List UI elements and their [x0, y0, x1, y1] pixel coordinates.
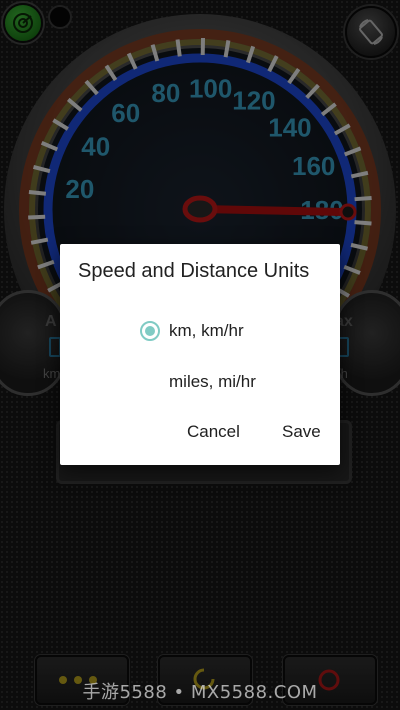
cancel-button[interactable]: Cancel — [187, 422, 240, 442]
units-dialog: Speed and Distance Units km, km/hr miles… — [60, 244, 340, 465]
save-button[interactable]: Save — [282, 422, 321, 442]
option-km[interactable]: km, km/hr — [140, 317, 244, 345]
watermark: 手游5588 • MX5588.COM — [82, 682, 318, 703]
option-label: miles, mi/hr — [169, 372, 256, 391]
radio-selected-icon[interactable] — [140, 321, 160, 341]
dialog-title: Speed and Distance Units — [78, 260, 310, 282]
radio-unselected-icon[interactable] — [140, 372, 160, 392]
option-miles[interactable]: miles, mi/hr — [140, 368, 256, 396]
option-label: km, km/hr — [169, 321, 244, 340]
